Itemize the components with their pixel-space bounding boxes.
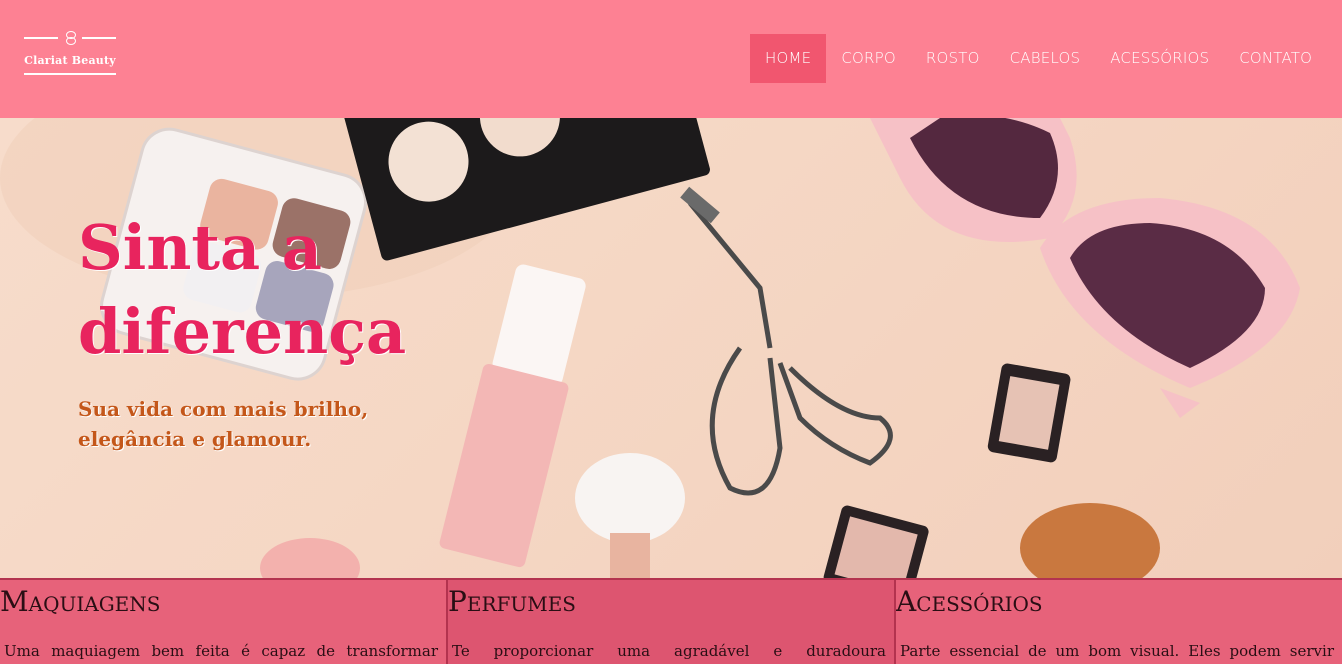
nav-item-home[interactable]: HOME	[750, 34, 827, 83]
category-cards: Maquiagens Uma maquiagem bem feita é cap…	[0, 578, 1342, 664]
card-text: Parte essencial de um bom visual. Eles p…	[900, 642, 1334, 660]
hero-title: Sinta a diferença	[78, 206, 406, 374]
card-maquiagens[interactable]: Maquiagens Uma maquiagem bem feita é cap…	[0, 580, 448, 664]
main-nav: HOME CORPO ROSTO CABELOS ACESSÓRIOS CONT…	[750, 34, 1327, 83]
card-title: Perfumes	[448, 585, 577, 618]
card-acessorios[interactable]: Acessórios Parte essencial de um bom vis…	[896, 580, 1342, 664]
hero-subtitle-line1: Sua vida com mais brilho,	[78, 397, 369, 421]
site-header: Clariat Beauty HOME CORPO ROSTO CABELOS …	[0, 0, 1342, 118]
logo-text: Clariat Beauty	[24, 54, 116, 67]
hero-banner: Sinta a diferença Sua vida com mais bril…	[0, 118, 1342, 578]
card-title: Acessórios	[896, 585, 1043, 618]
logo-mark	[24, 30, 116, 46]
card-text: Te proporcionar uma agradável e duradour…	[452, 642, 886, 660]
card-perfumes[interactable]: Perfumes Te proporcionar uma agradável e…	[448, 580, 896, 664]
nav-item-contato[interactable]: CONTATO	[1224, 34, 1327, 83]
nav-item-cabelos[interactable]: CABELOS	[995, 34, 1096, 83]
card-title: Maquiagens	[0, 585, 161, 618]
nav-item-rosto[interactable]: ROSTO	[911, 34, 995, 83]
logo[interactable]: Clariat Beauty	[24, 30, 116, 80]
card-text: Uma maquiagem bem feita é capaz de trans…	[4, 642, 438, 660]
hero-subtitle-line2: elegância e glamour.	[78, 427, 312, 451]
hero-title-line2: diferença	[78, 295, 407, 368]
hero-title-line1: Sinta a	[78, 211, 322, 284]
nav-item-corpo[interactable]: CORPO	[826, 34, 911, 83]
ring-icon	[64, 31, 76, 45]
hero-subtitle: Sua vida com mais brilho, elegância e gl…	[78, 394, 378, 454]
nav-item-acessorios[interactable]: ACESSÓRIOS	[1095, 34, 1224, 83]
